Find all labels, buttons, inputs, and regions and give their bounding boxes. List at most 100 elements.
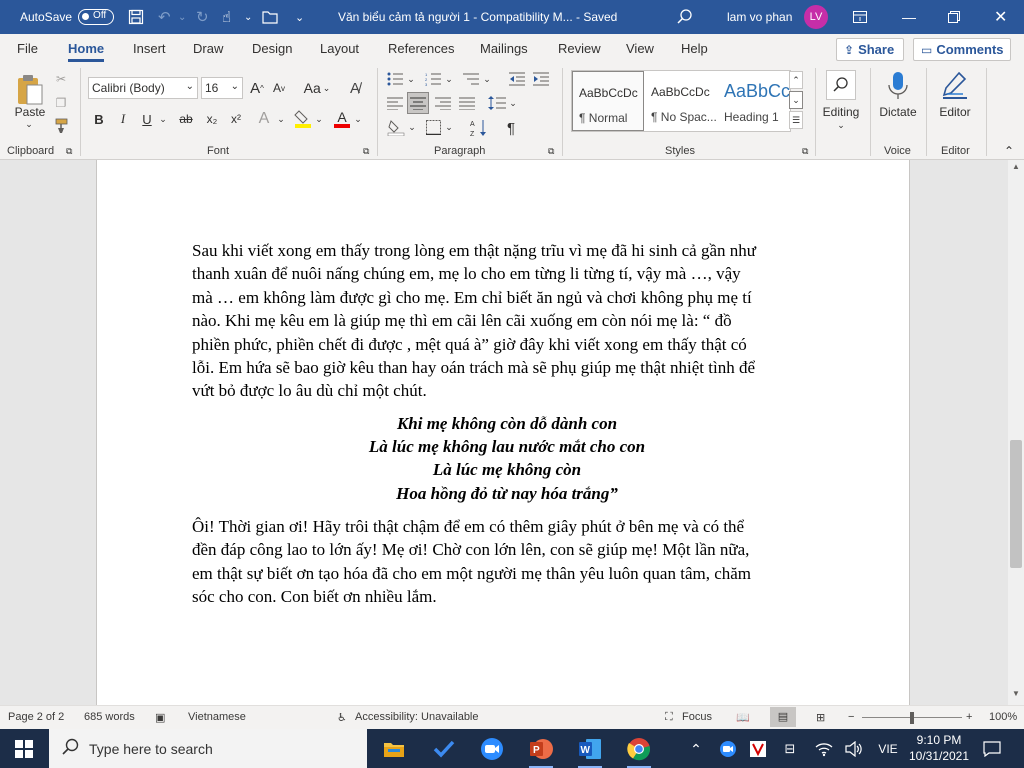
dictate-label[interactable]: Dictate: [874, 104, 922, 120]
grow-font-icon[interactable]: A ^: [248, 77, 266, 99]
language-status[interactable]: Vietnamese: [188, 711, 246, 723]
font-name-combo[interactable]: Calibri (Body) ⌄: [88, 77, 198, 99]
styles-more-icon[interactable]: ☰: [789, 111, 803, 129]
font-launcher-icon[interactable]: ⧉: [363, 146, 369, 157]
subscript-icon[interactable]: x₂: [202, 108, 222, 130]
zoom-out-icon[interactable]: −: [848, 711, 854, 723]
word-icon[interactable]: W: [570, 733, 610, 768]
zoom-app-icon[interactable]: [472, 733, 512, 765]
tab-review[interactable]: Review: [558, 41, 601, 56]
borders-dropdown-icon[interactable]: ⌄: [443, 118, 455, 136]
styles-scroll-down-icon[interactable]: ⌄: [789, 91, 803, 109]
show-formatting-icon[interactable]: ¶: [502, 118, 520, 138]
format-painter-icon[interactable]: [53, 117, 69, 135]
collapse-ribbon-icon[interactable]: ⌃: [1001, 144, 1017, 158]
read-mode-icon[interactable]: 📖: [736, 711, 750, 724]
tab-view[interactable]: View: [626, 41, 654, 56]
user-avatar-wrap[interactable]: LV: [804, 0, 828, 34]
editor-icon[interactable]: [940, 70, 970, 102]
customize-toolbar-icon[interactable]: ⌄: [295, 0, 304, 34]
proofing-icon[interactable]: ▣: [155, 711, 165, 724]
borders-icon[interactable]: [424, 118, 442, 136]
word-count[interactable]: 685 words: [84, 711, 135, 723]
bold-icon[interactable]: B: [90, 108, 108, 130]
increase-indent-icon[interactable]: [532, 70, 550, 88]
superscript-icon[interactable]: x²: [226, 108, 246, 130]
editing-dropdown-icon[interactable]: ⌄: [835, 120, 847, 130]
style-no-spacing[interactable]: AaBbCcDc ¶ No Spac...: [645, 71, 717, 131]
text-effects-icon[interactable]: A: [255, 108, 273, 130]
shading-dropdown-icon[interactable]: ⌄: [406, 118, 418, 136]
restore-icon[interactable]: [948, 0, 960, 34]
shading-icon[interactable]: [386, 118, 406, 136]
tab-home[interactable]: Home: [68, 41, 105, 62]
highlight-icon[interactable]: [293, 108, 313, 130]
save-icon[interactable]: [128, 0, 144, 34]
undo-dropdown-icon[interactable]: ⌄: [178, 0, 186, 34]
touch-dropdown-icon[interactable]: ⌄: [244, 0, 252, 34]
input-language[interactable]: VIE: [868, 733, 908, 765]
search-icon[interactable]: [677, 0, 693, 34]
align-center-icon[interactable]: [407, 92, 429, 114]
justify-icon[interactable]: [458, 94, 476, 112]
clock[interactable]: 9:10 PM 10/31/2021: [906, 732, 972, 764]
styles-scroll-up-icon[interactable]: ⌃: [789, 71, 803, 89]
paragraph-2[interactable]: Ôi! Thời gian ơi! Hãy trôi thật chậm để …: [192, 515, 822, 609]
style-normal[interactable]: AaBbCcDc ¶ Normal: [572, 71, 644, 131]
chrome-icon[interactable]: [619, 733, 659, 768]
line-spacing-icon[interactable]: [488, 94, 506, 112]
taskbar-search-box[interactable]: Type here to search: [49, 729, 367, 768]
bullets-icon[interactable]: [386, 70, 404, 88]
print-layout-icon[interactable]: ▤: [770, 707, 796, 727]
font-size-combo[interactable]: 16 ⌄: [201, 77, 243, 99]
tab-insert[interactable]: Insert: [133, 41, 166, 56]
tab-help[interactable]: Help: [681, 41, 708, 56]
line-spacing-dropdown-icon[interactable]: ⌄: [507, 94, 519, 112]
poem-block[interactable]: Khi mẹ không còn dỗ dành con Là lúc mẹ k…: [192, 412, 822, 505]
style-heading-1[interactable]: AaBbCc Heading 1: [718, 71, 790, 131]
powerpoint-icon[interactable]: P: [521, 733, 561, 768]
user-name[interactable]: lam vo phan: [727, 0, 792, 34]
cut-icon[interactable]: ✂: [53, 70, 69, 88]
styles-launcher-icon[interactable]: ⧉: [802, 146, 808, 157]
notifications-icon[interactable]: [972, 733, 1012, 765]
scrollbar-thumb[interactable]: [1010, 440, 1022, 568]
font-color-icon[interactable]: A: [332, 108, 352, 130]
vertical-scrollbar[interactable]: ▲ ▼: [1008, 160, 1024, 705]
paragraph-1[interactable]: Sau khi viết xong em thấy trong lòng em …: [192, 239, 822, 403]
italic-icon[interactable]: I: [114, 108, 132, 130]
touch-mode-icon[interactable]: ☝: [222, 0, 231, 34]
undo-icon[interactable]: ↶: [158, 0, 171, 34]
sort-icon[interactable]: AZ: [469, 118, 489, 138]
strikethrough-icon[interactable]: ab: [176, 108, 196, 130]
change-case-icon[interactable]: Aa ⌄: [302, 77, 332, 99]
scroll-down-icon[interactable]: ▼: [1010, 689, 1022, 703]
open-folder-icon[interactable]: [262, 0, 280, 34]
tab-references[interactable]: References: [388, 41, 454, 56]
scroll-up-icon[interactable]: ▲: [1010, 162, 1022, 176]
align-right-icon[interactable]: [434, 94, 452, 112]
editing-label[interactable]: Editing: [818, 104, 864, 120]
autosave-control[interactable]: AutoSave Off: [20, 0, 115, 34]
font-color-dropdown-icon[interactable]: ⌄: [352, 108, 364, 130]
align-left-icon[interactable]: [386, 94, 404, 112]
web-layout-icon[interactable]: ⊞: [816, 711, 825, 724]
tab-file[interactable]: File: [17, 41, 38, 56]
paragraph-launcher-icon[interactable]: ⧉: [548, 146, 554, 157]
editor-label[interactable]: Editor: [932, 104, 978, 120]
paste-label[interactable]: Paste: [14, 105, 46, 119]
autosave-toggle[interactable]: Off: [78, 9, 115, 25]
ribbon-display-icon[interactable]: [853, 0, 867, 34]
file-explorer-icon[interactable]: [374, 733, 414, 765]
multilevel-dropdown-icon[interactable]: ⌄: [481, 70, 493, 88]
zoom-level[interactable]: 100%: [989, 711, 1017, 723]
editing-search-icon[interactable]: [826, 70, 856, 100]
highlight-dropdown-icon[interactable]: ⌄: [313, 108, 325, 130]
zoom-in-icon[interactable]: +: [966, 711, 972, 723]
redo-icon[interactable]: ↻: [196, 0, 209, 34]
focus-mode[interactable]: Focus: [682, 711, 712, 723]
underline-dropdown-icon[interactable]: ⌄: [157, 108, 169, 130]
microphone-icon[interactable]: [884, 70, 912, 102]
comments-button[interactable]: ▭ Comments: [913, 38, 1011, 61]
avatar[interactable]: LV: [804, 5, 828, 29]
